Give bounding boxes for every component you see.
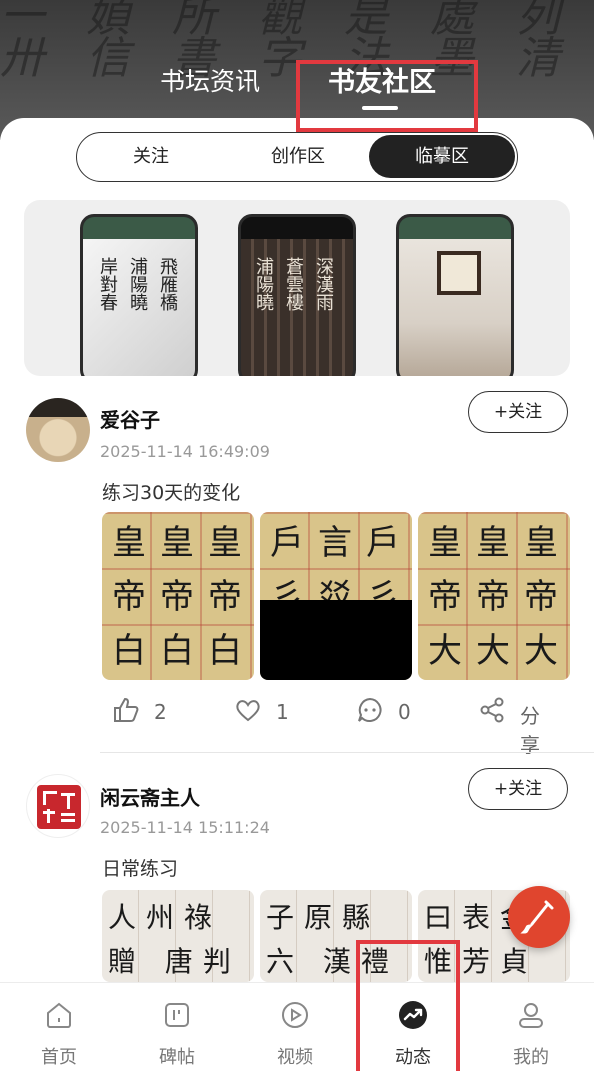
post-image-2[interactable]: 戶言戶 彡㸚彡 [260, 512, 412, 680]
seal-image [37, 785, 81, 829]
banner-phone-3 [396, 214, 514, 376]
segment-control: 关注 创作区 临摹区 [76, 132, 518, 182]
post-image-3[interactable]: 皇皇皇 帝帝帝 大大大 國國國 [418, 512, 570, 680]
banner-phone-2: 浦陽曉 蒼雲樓 深漢雨 [238, 214, 356, 376]
tab-label: 碑帖 [159, 1047, 195, 1068]
highlight-box-community-tab [296, 60, 478, 132]
share-icon [480, 697, 504, 723]
tablet-icon [165, 1003, 189, 1027]
post-text[interactable]: 日常练习 [102, 854, 178, 881]
thumbs-up-icon [114, 697, 139, 722]
post-text[interactable]: 练习30天的变化 [102, 478, 240, 505]
share-label: 分享 [520, 704, 540, 757]
home-icon [47, 1002, 71, 1028]
promo-banner[interactable]: 岸對春 浦陽曉 飛雁橋 浦陽曉 蒼雲樓 深漢雨 [24, 200, 570, 376]
segment-copying[interactable]: 临摹区 [369, 135, 515, 178]
highlight-box-feed-tab [356, 940, 460, 1071]
heart-icon [236, 700, 260, 722]
comment-count: 0 [398, 700, 411, 724]
bottom-tab-bar: 首页 碑帖 视频 动态 我的 [0, 982, 594, 1071]
segment-creation[interactable]: 创作区 [225, 133, 371, 180]
post-time: 2025-11-14 15:11:24 [100, 818, 270, 837]
brush-icon [520, 900, 554, 934]
tab-tablets[interactable]: 碑帖 [118, 983, 236, 1071]
comment-icon [358, 697, 382, 722]
avatar[interactable] [26, 774, 90, 838]
tab-label: 我的 [513, 1047, 549, 1068]
post-username[interactable]: 爱谷子 [100, 404, 160, 433]
tab-mine[interactable]: 我的 [472, 983, 590, 1071]
post-username[interactable]: 闲云斋主人 [100, 782, 200, 811]
post-image-1[interactable]: 人州祿贈 唐判大銀 [102, 890, 254, 982]
play-icon [282, 1002, 308, 1028]
tab-label: 视频 [277, 1047, 313, 1068]
user-icon [519, 1003, 543, 1028]
tab-video[interactable]: 视频 [236, 983, 354, 1071]
banner-phone-1: 岸對春 浦陽曉 飛雁橋 [80, 214, 198, 376]
follow-button[interactable]: +关注 [468, 768, 568, 810]
avatar[interactable] [26, 398, 90, 462]
tab-news[interactable]: 书坛资讯 [160, 62, 260, 98]
tab-label: 首页 [41, 1047, 77, 1068]
post-image-1[interactable]: 皇皇皇 帝帝帝 白白白 余余余 [102, 512, 254, 680]
like-count: 2 [154, 700, 167, 724]
favorite-count: 1 [276, 700, 289, 724]
post-time: 2025-11-14 16:49:09 [100, 442, 270, 461]
tab-home[interactable]: 首页 [0, 983, 118, 1071]
segment-follow[interactable]: 关注 [77, 133, 225, 180]
compose-button[interactable] [508, 886, 570, 948]
post-divider [100, 752, 594, 753]
follow-button[interactable]: +关注 [468, 391, 568, 433]
